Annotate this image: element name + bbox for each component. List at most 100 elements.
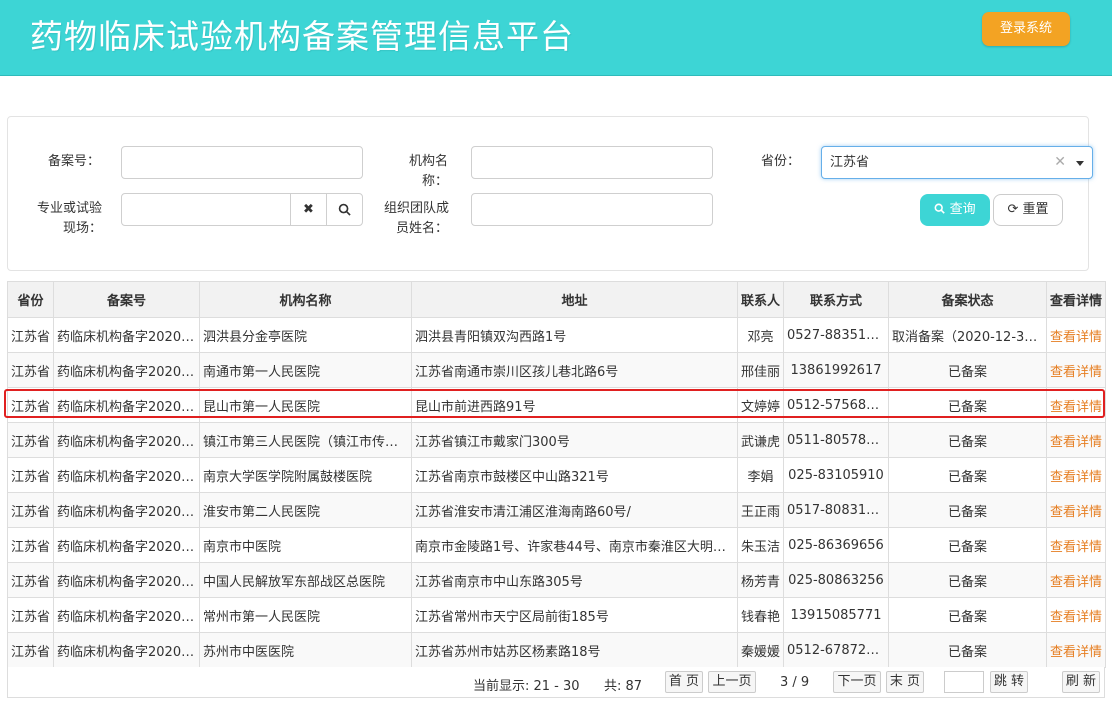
- detail-link[interactable]: 查看详情: [1046, 492, 1106, 528]
- search-icon: [934, 203, 946, 214]
- status-cell: 已备案: [888, 457, 1047, 493]
- jump-button[interactable]: 跳 转: [990, 671, 1028, 693]
- address-cell: 南京市金陵路1号、许家巷44号、南京市秦淮区大明路...: [411, 527, 738, 563]
- detail-link[interactable]: 查看详情: [1046, 457, 1106, 493]
- table-row[interactable]: 江苏省 药临床机构备字20200... 中国人民解放军东部战区总医院 江苏省南京市中山…: [7, 562, 1106, 598]
- address-cell: 江苏省镇江市戴家门300号: [411, 422, 738, 458]
- province-cell: 江苏省: [7, 352, 54, 388]
- province-cell: 江苏省: [7, 597, 54, 633]
- status-cell: 已备案: [888, 352, 1047, 388]
- province-cell: 江苏省: [7, 632, 54, 668]
- org-name-cell: 苏州市中医医院: [199, 632, 412, 668]
- first-page-button[interactable]: 首 页: [665, 671, 703, 693]
- table-row[interactable]: 江苏省 药临床机构备字20200... 南京大学医学院附属鼓楼医院 江苏省南京市鼓楼区…: [7, 457, 1106, 493]
- detail-link[interactable]: 查看详情: [1046, 562, 1106, 598]
- detail-link[interactable]: 查看详情: [1046, 632, 1106, 668]
- org-name-cell: 泗洪县分金亭医院: [199, 317, 412, 353]
- col-status[interactable]: 备案状态: [888, 281, 1047, 318]
- table-row[interactable]: 江苏省 药临床机构备字20200... 淮安市第二人民医院 江苏省淮安市清江浦区淮海南…: [7, 492, 1106, 528]
- col-org-name[interactable]: 机构名称: [199, 281, 412, 318]
- record-table: 省份 备案号 机构名称 地址 联系人 联系方式 备案状态 查看详情 江苏省 药临床…: [7, 281, 1106, 668]
- prev-page-button[interactable]: 上一页: [708, 671, 756, 693]
- detail-link[interactable]: 查看详情: [1046, 527, 1106, 563]
- detail-link[interactable]: 查看详情: [1046, 317, 1106, 353]
- org-name-cell: 常州市第一人民医院: [199, 597, 412, 633]
- phone-cell: 025-80863256: [783, 562, 889, 598]
- province-cell: 江苏省: [7, 457, 54, 493]
- address-cell: 江苏省南京市中山东路305号: [411, 562, 738, 598]
- phone-cell: 13861992617: [783, 352, 889, 388]
- search-icon[interactable]: [326, 194, 362, 225]
- col-record-no[interactable]: 备案号: [53, 281, 200, 318]
- chevron-down-icon[interactable]: [1076, 161, 1084, 166]
- province-select[interactable]: 江苏省 ✕: [821, 146, 1093, 179]
- table-row[interactable]: 江苏省 药临床机构备字20200... 泗洪县分金亭医院 泗洪县青阳镇双沟西路1号 邓亮…: [7, 317, 1106, 353]
- detail-link[interactable]: 查看详情: [1046, 422, 1106, 458]
- address-cell: 江苏省淮安市清江浦区淮海南路60号/: [411, 492, 738, 528]
- team-member-input[interactable]: [471, 193, 713, 226]
- record-no-cell: 药临床机构备字20200...: [53, 317, 200, 353]
- org-name-input[interactable]: [471, 146, 713, 179]
- status-cell: 已备案: [888, 422, 1047, 458]
- phone-cell: 0512-57568516: [783, 387, 889, 423]
- table-row[interactable]: 江苏省 药临床机构备字20200... 苏州市中医医院 江苏省苏州市姑苏区杨素路18号…: [7, 632, 1106, 668]
- detail-link[interactable]: 查看详情: [1046, 352, 1106, 388]
- clear-icon[interactable]: ✕: [1054, 147, 1066, 178]
- team-label-line-1: 组织团队成: [384, 201, 450, 216]
- status-cell: 已备案: [888, 562, 1047, 598]
- last-page-button[interactable]: 末 页: [886, 671, 924, 693]
- contact-cell: 文婷婷: [737, 387, 784, 423]
- col-detail[interactable]: 查看详情: [1046, 281, 1106, 318]
- current-display: 当前显示: 21 - 30: [473, 679, 580, 694]
- table-row[interactable]: 江苏省 药临床机构备字20200... 昆山市第一人民医院 昆山市前进西路91号 文婷婷…: [7, 387, 1106, 423]
- pagination: 当前显示: 21 - 30 共: 87 首 页 上一页 3 / 9 下一页 末 …: [7, 667, 1105, 698]
- table-row[interactable]: 江苏省 药临床机构备字20200... 南京市中医院 南京市金陵路1号、许家巷44号、…: [7, 527, 1106, 563]
- record-no-cell: 药临床机构备字20200...: [53, 597, 200, 633]
- record-no-cell: 药临床机构备字20200...: [53, 422, 200, 458]
- team-label: 组织团队成 员姓名：: [384, 199, 452, 239]
- province-cell: 江苏省: [7, 492, 54, 528]
- specialty-label-line-2: 现场：: [62, 221, 102, 236]
- login-button[interactable]: 登录系统: [982, 12, 1070, 46]
- reset-label: 重置: [1022, 202, 1049, 217]
- status-cell: 已备案: [888, 527, 1047, 563]
- org-name-cell: 昆山市第一人民医院: [199, 387, 412, 423]
- province-cell: 江苏省: [7, 422, 54, 458]
- page-header: 药物临床试验机构备案管理信息平台 登录系统: [0, 0, 1112, 76]
- col-contact[interactable]: 联系人: [737, 281, 784, 318]
- detail-link[interactable]: 查看详情: [1046, 597, 1106, 633]
- contact-cell: 邢佳丽: [737, 352, 784, 388]
- refresh-button[interactable]: 刷 新: [1062, 671, 1100, 693]
- record-no-cell: 药临床机构备字20200...: [53, 527, 200, 563]
- address-cell: 江苏省南京市鼓楼区中山路321号: [411, 457, 738, 493]
- specialty-label: 专业或试验 现场：: [30, 199, 102, 239]
- query-button[interactable]: 查询: [920, 194, 990, 226]
- reset-button[interactable]: ⟳ 重置: [993, 194, 1063, 226]
- table-row[interactable]: 江苏省 药临床机构备字20200... 南通市第一人民医院 江苏省南通市崇川区孩儿巷北…: [7, 352, 1106, 388]
- next-page-button[interactable]: 下一页: [833, 671, 881, 693]
- specialty-input[interactable]: ✖: [121, 193, 363, 226]
- page-indicator: 3 / 9: [780, 675, 810, 690]
- record-no-cell: 药临床机构备字20200...: [53, 387, 200, 423]
- address-cell: 泗洪县青阳镇双沟西路1号: [411, 317, 738, 353]
- col-phone[interactable]: 联系方式: [783, 281, 889, 318]
- table-row[interactable]: 江苏省 药临床机构备字20200... 镇江市第三人民医院（镇江市传染... 江苏省镇…: [7, 422, 1106, 458]
- query-label: 查询: [949, 202, 976, 217]
- address-cell: 昆山市前进西路91号: [411, 387, 738, 423]
- contact-cell: 李娟: [737, 457, 784, 493]
- status-cell: 取消备案（2020-12-31）: [888, 317, 1047, 353]
- jump-page-input[interactable]: [944, 671, 984, 693]
- detail-link[interactable]: 查看详情: [1046, 387, 1106, 423]
- col-address[interactable]: 地址: [411, 281, 738, 318]
- province-cell: 江苏省: [7, 387, 54, 423]
- clear-icon[interactable]: ✖: [290, 194, 326, 225]
- table-row[interactable]: 江苏省 药临床机构备字20200... 常州市第一人民医院 江苏省常州市天宁区局前街1…: [7, 597, 1106, 633]
- status-cell: 已备案: [888, 492, 1047, 528]
- col-province[interactable]: 省份: [7, 281, 54, 318]
- org-name-label: 机构名称：: [408, 154, 448, 189]
- status-cell: 已备案: [888, 632, 1047, 668]
- org-name-cell: 南通市第一人民医院: [199, 352, 412, 388]
- record-no-cell: 药临床机构备字20200...: [53, 352, 200, 388]
- record-no-input[interactable]: [121, 146, 363, 179]
- phone-cell: 025-86369656: [783, 527, 889, 563]
